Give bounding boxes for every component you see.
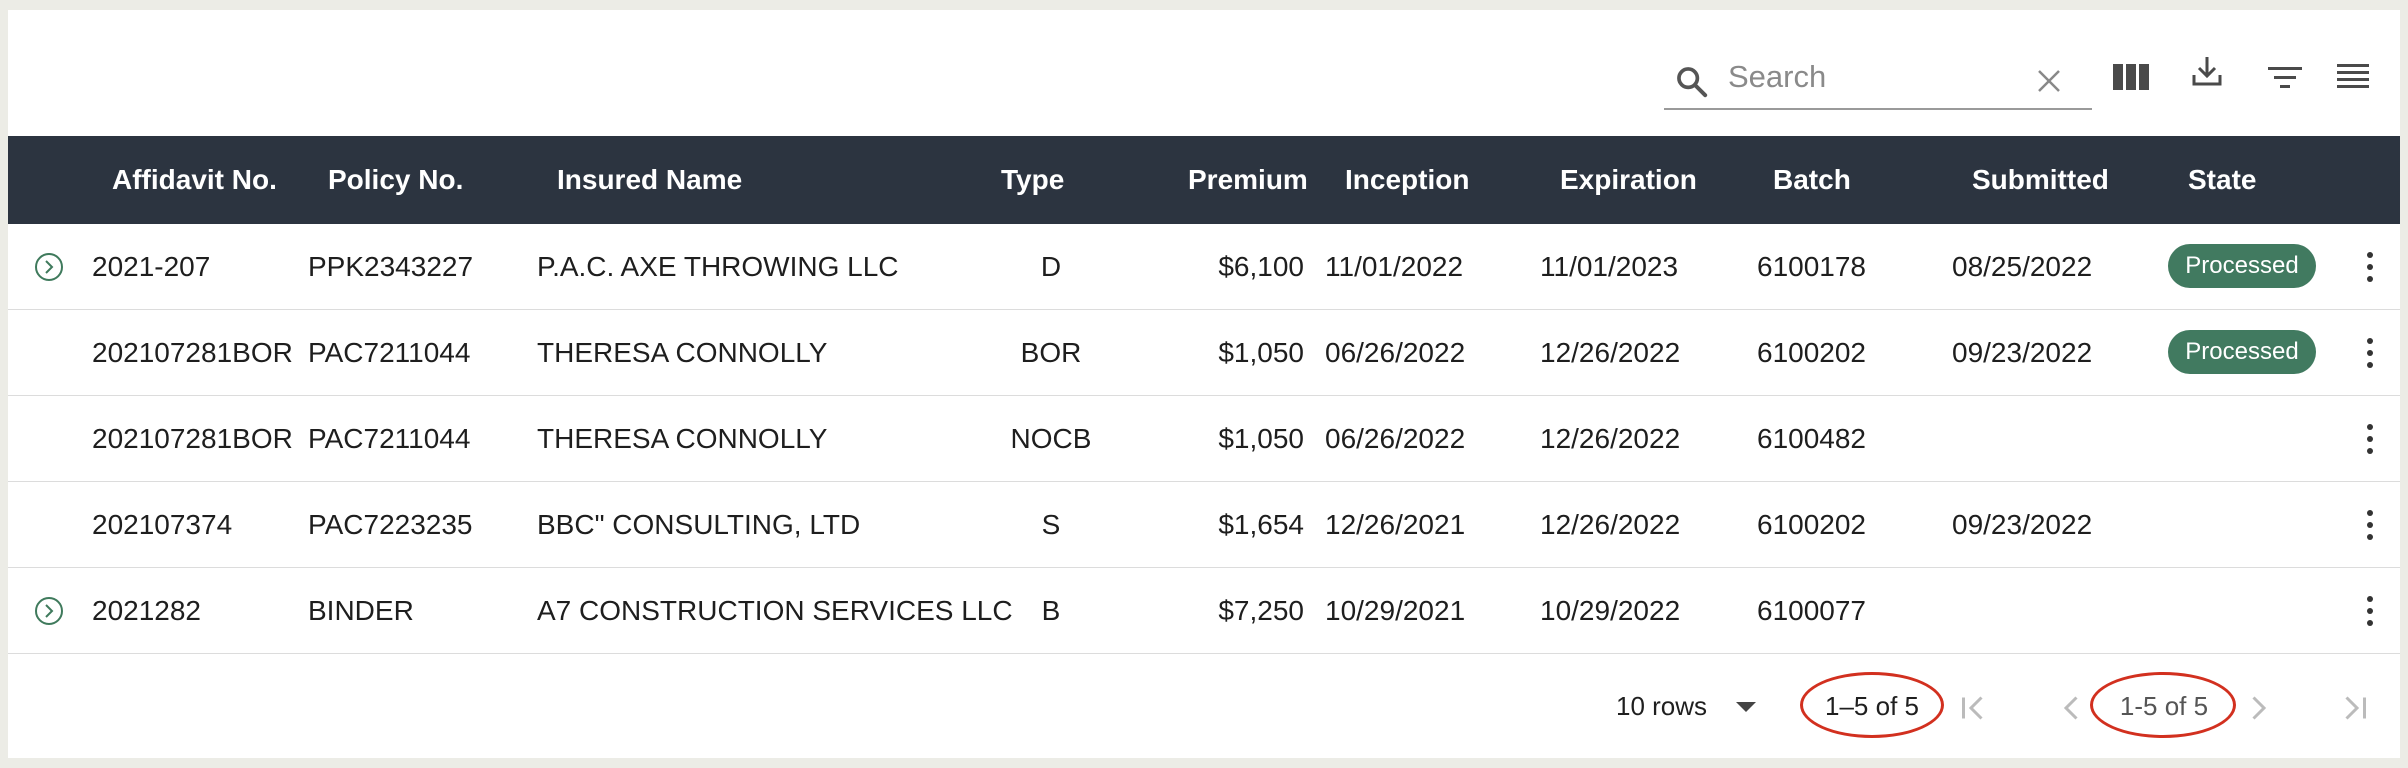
table-row[interactable]: 2021-207 PPK2343227 P.A.C. AXE THROWING LL… — [8, 224, 2400, 310]
pagination-range: 1–5 of 5 — [1825, 691, 1919, 721]
previous-page-icon[interactable] — [2054, 690, 2090, 726]
cell-expiration: 12/26/2022 — [1540, 423, 1681, 454]
status-badge: Processed — [2168, 244, 2316, 288]
table-header: Affidavit No. Policy No. Insured Name Ty… — [8, 136, 2400, 224]
cell-type: D — [1040, 251, 1062, 282]
download-button[interactable] — [2184, 48, 2230, 94]
column-header-expiration[interactable]: Expiration — [1560, 136, 1697, 224]
cell-policy: PAC7211044 — [308, 423, 471, 454]
cell-inception: 06/26/2022 — [1325, 337, 1466, 368]
column-header-insured[interactable]: Insured Name — [557, 136, 742, 224]
column-header-inception[interactable]: Inception — [1345, 136, 1469, 224]
column-header-state[interactable]: State — [2188, 136, 2256, 224]
table-row[interactable]: 202107281BOR PAC7211044 THERESA CONNOLLY NO… — [8, 396, 2400, 482]
cell-type: S — [1041, 509, 1061, 540]
data-table-card: Affidavit No. Policy No. Insured Name Ty… — [8, 10, 2400, 758]
rows-per-page-select[interactable]: 10 rows — [1616, 686, 1756, 726]
cell-affidavit: 202107374 — [92, 509, 233, 540]
filter-icon — [2268, 67, 2302, 88]
table-row[interactable]: 202107281BOR PAC7211044 THERESA CONNOLLY BO… — [8, 310, 2400, 396]
cell-affidavit: 2021-207 — [92, 251, 211, 282]
cell-expiration: 12/26/2022 — [1540, 337, 1681, 368]
column-header-batch[interactable]: Batch — [1773, 136, 1851, 224]
cell-type: NOCB — [1010, 423, 1092, 454]
filter-button[interactable] — [2262, 54, 2308, 100]
column-header-affidavit[interactable]: Affidavit No. — [112, 136, 277, 224]
table-pagination: 10 rows 1–5 of 5 1-5 of 5 — [8, 650, 2400, 758]
cell-inception: 12/26/2021 — [1325, 509, 1466, 540]
cell-insured-name: BBC" CONSULTING, LTD — [537, 509, 861, 540]
expand-row-icon[interactable] — [34, 596, 64, 626]
cell-inception: 10/29/2021 — [1325, 595, 1466, 626]
cell-insured-name: THERESA CONNOLLY — [537, 337, 828, 368]
cell-affidavit: 202107281BOR — [92, 337, 293, 368]
cell-policy: PAC7223235 — [308, 509, 473, 540]
cell-premium: $6,100 — [1218, 251, 1304, 282]
column-header-type[interactable]: Type — [1001, 136, 1064, 224]
column-header-premium[interactable]: Premium — [1188, 136, 1308, 224]
cell-affidavit: 2021282 — [92, 595, 202, 626]
cell-batch: 6100202 — [1757, 509, 1867, 540]
density-button[interactable] — [2330, 54, 2376, 100]
row-actions-icon[interactable] — [2360, 249, 2380, 285]
cell-policy: PPK2343227 — [308, 251, 474, 282]
status-badge: Processed — [2168, 330, 2316, 374]
cell-submitted: 09/23/2022 — [1952, 509, 2093, 540]
cell-submitted: 08/25/2022 — [1952, 251, 2093, 282]
first-page-icon[interactable] — [1956, 690, 1992, 726]
search-box[interactable] — [1664, 44, 2092, 110]
clear-icon[interactable] — [2034, 66, 2064, 96]
cell-batch: 6100077 — [1757, 595, 1867, 626]
search-icon — [1677, 67, 1708, 98]
cell-submitted: 09/23/2022 — [1952, 337, 2093, 368]
table-toolbar — [8, 10, 2400, 136]
row-actions-icon[interactable] — [2360, 421, 2380, 457]
row-actions-icon[interactable] — [2360, 335, 2380, 371]
next-page-icon[interactable] — [2240, 690, 2276, 726]
cell-batch: 6100178 — [1757, 251, 1867, 282]
cell-batch: 6100482 — [1757, 423, 1867, 454]
row-actions-icon[interactable] — [2360, 507, 2380, 543]
row-actions-icon[interactable] — [2360, 593, 2380, 629]
cell-insured-name: P.A.C. AXE THROWING LLC — [537, 251, 899, 282]
cell-inception: 06/26/2022 — [1325, 423, 1466, 454]
cell-inception: 11/01/2022 — [1325, 251, 1464, 282]
pagination-range-secondary: 1-5 of 5 — [2119, 691, 2209, 721]
dropdown-caret-icon — [1736, 702, 1756, 712]
cell-expiration: 11/01/2023 — [1540, 251, 1679, 282]
cell-expiration: 10/29/2022 — [1540, 595, 1681, 626]
column-header-policy[interactable]: Policy No. — [328, 136, 463, 224]
cell-premium: $7,250 — [1218, 595, 1304, 626]
cell-type: BOR — [1020, 337, 1082, 368]
table-row[interactable]: 202107374 PAC7223235 BBC" CONSULTING, LTD S… — [8, 482, 2400, 568]
cell-premium: $1,050 — [1218, 423, 1304, 454]
cell-expiration: 12/26/2022 — [1540, 509, 1681, 540]
cell-premium: $1,050 — [1218, 337, 1304, 368]
last-page-icon[interactable] — [2336, 690, 2372, 726]
cell-policy: BINDER — [308, 595, 414, 626]
column-header-submitted[interactable]: Submitted — [1972, 136, 2109, 224]
cell-affidavit: 202107281BOR — [92, 423, 293, 454]
download-icon — [2192, 57, 2222, 86]
columns-button[interactable] — [2108, 54, 2154, 100]
cell-insured-name: A7 CONSTRUCTION SERVICES LLC — [537, 595, 1013, 626]
cell-premium: $1,654 — [1218, 509, 1304, 540]
density-icon — [2337, 64, 2369, 88]
columns-icon — [2113, 64, 2149, 90]
table-row[interactable]: 2021282 BINDER A7 CONSTRUCTION SERVICES LL… — [8, 568, 2400, 654]
cell-insured-name: THERESA CONNOLLY — [537, 423, 828, 454]
cell-policy: PAC7211044 — [308, 337, 471, 368]
cell-batch: 6100202 — [1757, 337, 1867, 368]
rows-per-page-value: 10 rows — [1616, 691, 1708, 721]
expand-row-icon[interactable] — [34, 252, 64, 282]
cell-type: B — [1041, 595, 1061, 626]
search-input[interactable] — [1726, 54, 2030, 100]
